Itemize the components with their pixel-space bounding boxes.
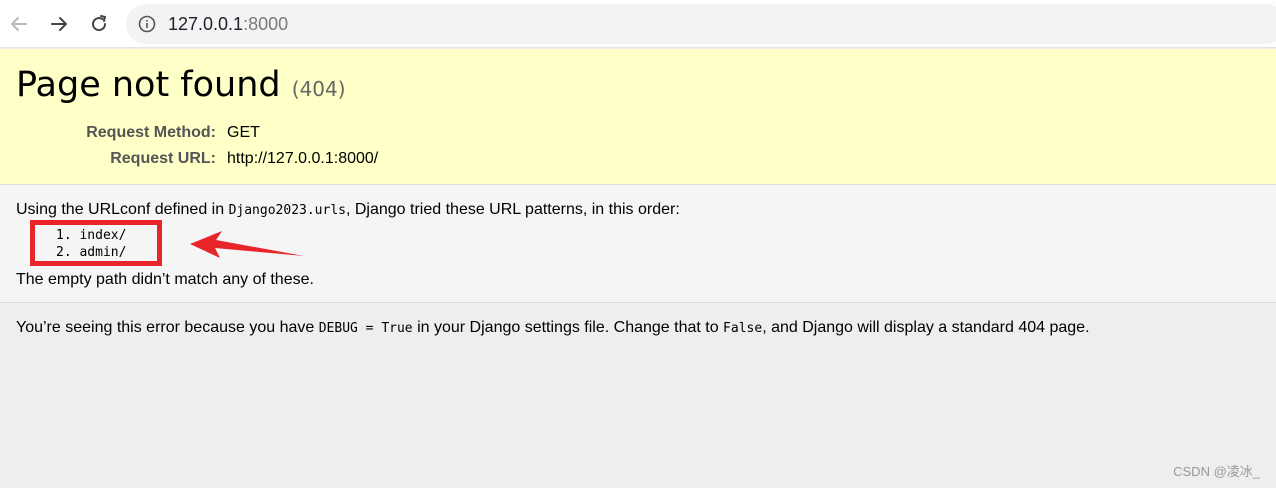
page-title: Page not found (404): [16, 65, 346, 109]
explanation-text: You’re seeing this error because you hav…: [16, 318, 1090, 339]
url-text[interactable]: 127.0.0.1:8000: [168, 14, 288, 34]
intro-after: , Django tried these URL patterns, in th…: [345, 201, 680, 218]
forward-button[interactable]: [45, 10, 73, 38]
false-value: False: [723, 321, 763, 336]
no-match-text: The empty path didn’t match any of these…: [16, 271, 314, 288]
reload-icon: [92, 15, 107, 32]
status-code: (404): [291, 77, 346, 101]
explanation: You’re seeing this error because you hav…: [0, 303, 1276, 488]
request-url-label: Request URL:: [110, 150, 216, 167]
url-port: :8000: [243, 14, 289, 34]
reload-button[interactable]: [85, 10, 113, 38]
forward-arrow-icon: [51, 17, 67, 31]
back-arrow-icon: [11, 17, 27, 31]
error-summary: Page not found (404) Request Method: GET…: [0, 49, 1276, 185]
urlconf-intro: Using the URLconf defined in Django2023.…: [16, 200, 680, 221]
address-bar[interactable]: 127.0.0.1:8000: [126, 4, 1276, 44]
annotation-arrow-icon: [190, 231, 304, 258]
explanation-before: You’re seeing this error because you hav…: [16, 319, 319, 336]
request-method-label: Request Method:: [86, 124, 216, 141]
highlight-box: [30, 220, 162, 266]
page-title-text: Page not found: [16, 65, 281, 105]
browser-toolbar: 127.0.0.1:8000: [0, 0, 1276, 48]
explanation-after: , and Django will display a standard 404…: [762, 319, 1090, 336]
debug-setting: DEBUG = True: [318, 321, 413, 336]
back-button[interactable]: [5, 10, 33, 38]
request-method-value: GET: [227, 124, 260, 141]
watermark: CSDN @凌冰_: [1173, 464, 1260, 479]
request-url-value: http://127.0.0.1:8000/: [227, 150, 379, 167]
url-host: 127.0.0.1: [168, 14, 244, 34]
info-icon[interactable]: [138, 15, 156, 38]
explanation-middle: in your Django settings file. Change tha…: [412, 319, 724, 336]
urlconf-module: Django2023.urls: [228, 203, 346, 218]
intro-before: Using the URLconf defined in: [16, 201, 229, 218]
